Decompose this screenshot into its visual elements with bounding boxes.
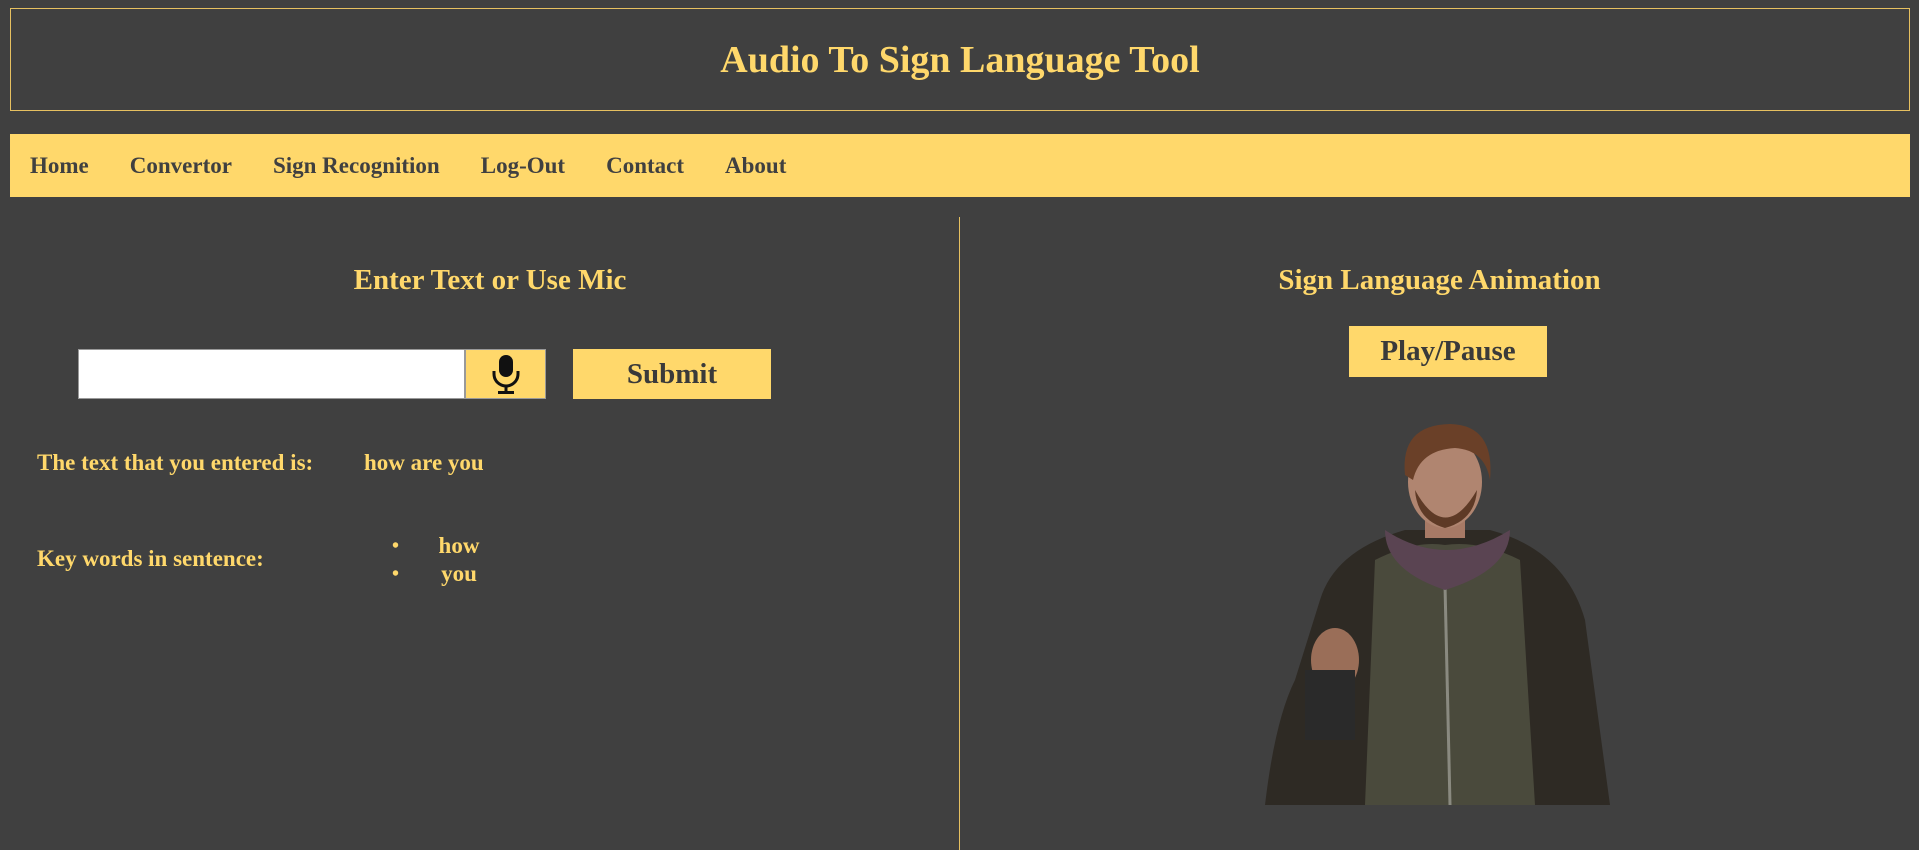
sign-avatar-animation <box>1265 420 1630 810</box>
nav-item-sign-recognition[interactable]: Sign Recognition <box>273 153 440 179</box>
navbar: Home Convertor Sign Recognition Log-Out … <box>10 134 1910 197</box>
bullet-icon: • <box>392 562 400 585</box>
keyword: how <box>438 533 480 558</box>
mic-button[interactable] <box>465 349 546 399</box>
keywords-list: • how • you <box>392 532 502 588</box>
keywords-label: Key words in sentence: <box>37 546 264 571</box>
play-pause-button[interactable]: Play/Pause <box>1349 326 1547 377</box>
bullet-icon: • <box>392 534 400 557</box>
nav-item-log-out[interactable]: Log-Out <box>481 153 565 179</box>
nav-item-about[interactable]: About <box>725 153 786 179</box>
nav-item-convertor[interactable]: Convertor <box>130 153 232 179</box>
input-section-heading: Enter Text or Use Mic <box>353 264 627 296</box>
header-box: Audio To Sign Language Tool <box>10 8 1910 111</box>
nav-item-contact[interactable]: Contact <box>606 153 684 179</box>
keyword: you <box>441 561 477 586</box>
panel-divider <box>959 217 960 850</box>
nav-item-home[interactable]: Home <box>30 153 89 179</box>
entered-text-label: The text that you entered is: <box>37 450 314 475</box>
text-input[interactable] <box>78 349 465 399</box>
list-item: • how <box>392 532 502 560</box>
animation-section-heading: Sign Language Animation <box>1278 264 1601 296</box>
list-item: • you <box>392 560 502 588</box>
entered-text-value: how are you <box>364 450 484 475</box>
avatar-figure <box>1265 424 1610 806</box>
submit-button[interactable]: Submit <box>573 349 771 399</box>
page-title: Audio To Sign Language Tool <box>720 38 1200 81</box>
microphone-icon <box>492 355 519 394</box>
